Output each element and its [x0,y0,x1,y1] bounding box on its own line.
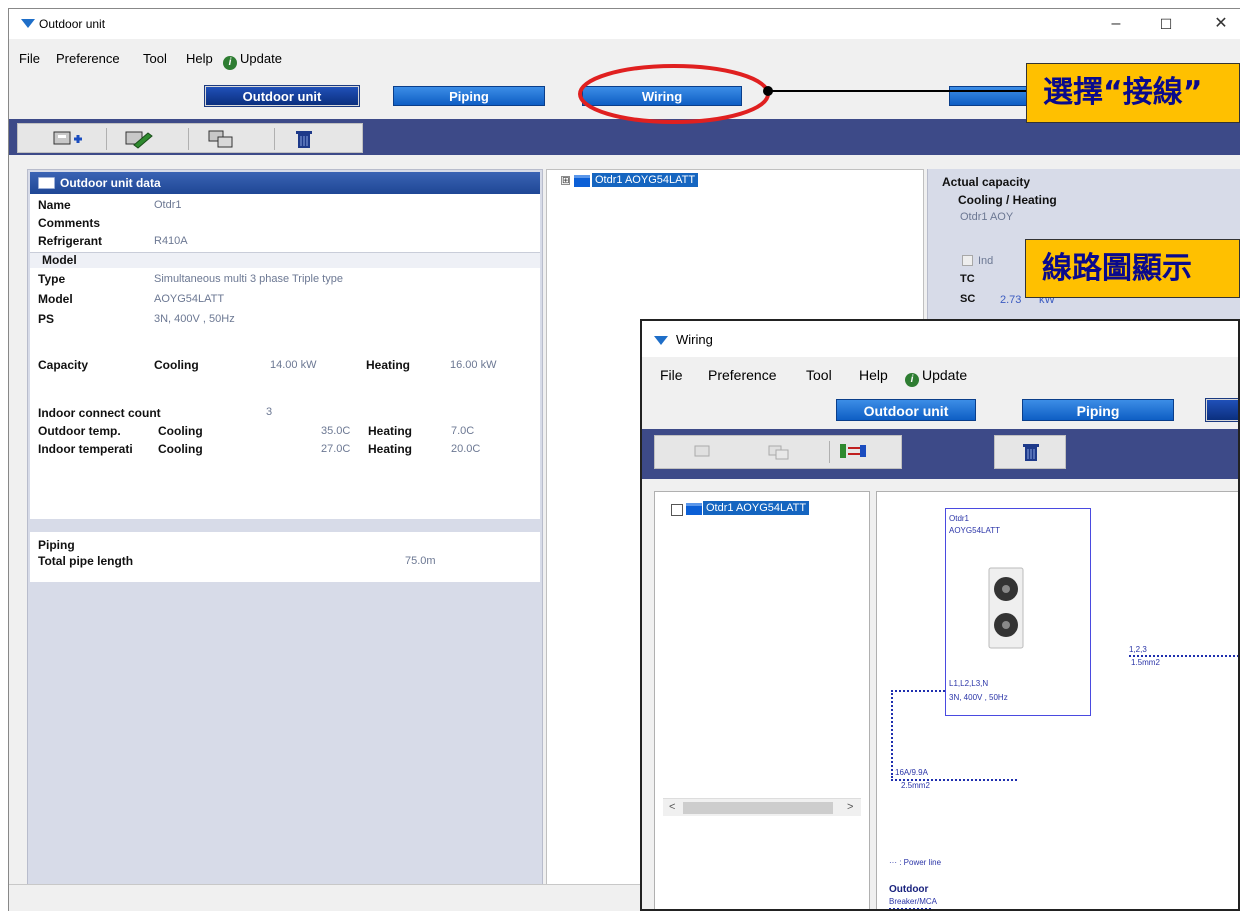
diagram-shown-callout: 線路圖顯示 [1025,239,1240,298]
select-wiring-callout: 選擇“接線” [1026,63,1240,123]
callout-anchor-dot [763,86,773,96]
wiring-highlight-ring [578,64,770,124]
annotation-overlay [578,64,1030,124]
